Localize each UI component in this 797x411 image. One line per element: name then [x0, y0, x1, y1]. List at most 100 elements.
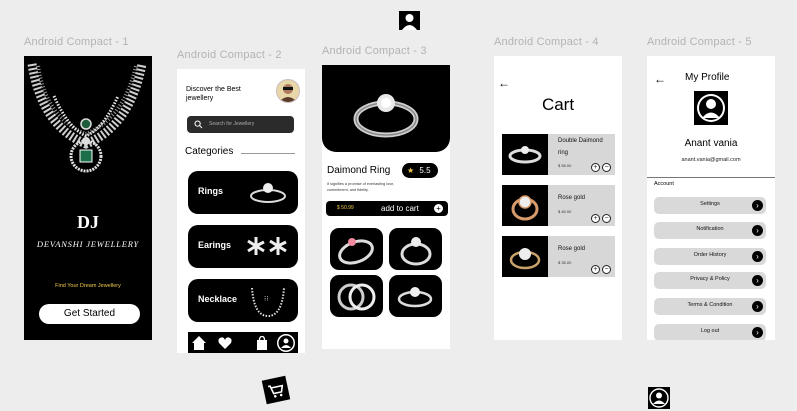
menu-label: Terms & Condition: [687, 302, 733, 308]
category-label: Necklace: [198, 294, 238, 304]
account-section-label: Account: [654, 181, 674, 187]
home-screen: Discover the Best jewellery Search for J…: [177, 69, 305, 353]
frame-label-4: Android Compact - 4: [494, 36, 599, 48]
profile-screen: ← My Profile Anant vania anant.vania@gma…: [647, 56, 775, 340]
necklace-icon: ⁝⁝: [251, 287, 285, 318]
cart-item-price: $ 45.00: [558, 209, 572, 214]
frame-label-5: Android Compact - 5: [647, 36, 752, 48]
menu-log-out[interactable]: Log out ›: [654, 324, 766, 340]
back-arrow-icon[interactable]: ←: [498, 76, 510, 90]
frame-label-2: Android Compact - 2: [177, 49, 282, 61]
pink-ring-icon: [338, 238, 374, 265]
cart-item[interactable]: Double Daimond ring $ 55.00 + −: [502, 134, 615, 175]
cart-item-price: $ 35.00: [558, 260, 572, 265]
cart-item-image: [502, 134, 548, 175]
product-price: $ 50.99: [337, 205, 354, 211]
rating-badge: ★ 5.5: [402, 163, 438, 178]
frame-label-1: Android Compact - 1: [24, 36, 129, 48]
divider: [241, 153, 295, 154]
heart-icon[interactable]: [217, 335, 233, 351]
ring-icon: [250, 183, 286, 203]
category-label: Earings: [198, 240, 232, 250]
brand-name: DEVANSHI JEWELLERY: [36, 239, 140, 249]
category-label: Rings: [198, 186, 224, 196]
cart-item-name: Rose gold: [558, 195, 586, 201]
menu-label: Notification: [696, 226, 724, 232]
product-image: [322, 65, 450, 152]
ring-icon: [400, 237, 432, 266]
decrease-button[interactable]: −: [602, 214, 611, 223]
menu-label: Privacy & Policy: [690, 276, 730, 282]
product-card[interactable]: [330, 275, 383, 317]
menu-label: Order History: [693, 252, 727, 258]
menu-order-history[interactable]: Order History ›: [654, 248, 766, 265]
cart-item-image: [502, 236, 548, 277]
get-started-button[interactable]: Get Started: [39, 304, 140, 324]
avatar-icon: [697, 94, 725, 122]
menu-privacy-policy[interactable]: Privacy & Policy ›: [654, 272, 766, 289]
cart-item-name: Double Daimond ring: [558, 138, 603, 156]
profile-title: My Profile: [685, 72, 730, 83]
decrease-button[interactable]: −: [602, 163, 611, 172]
product-card[interactable]: [389, 228, 442, 270]
svg-text:⁝⁝: ⁝⁝: [264, 295, 268, 303]
splash-screen: DJ DEVANSHI JEWELLERY Find Your Dream Je…: [24, 56, 152, 340]
avatar[interactable]: [276, 79, 300, 103]
search-bar[interactable]: Search for Jewellery: [187, 116, 294, 133]
chevron-right-icon: ›: [752, 327, 763, 338]
increase-button[interactable]: +: [591, 265, 600, 274]
ring-icon: [397, 287, 433, 308]
avatar-icon-asset: [648, 387, 670, 409]
menu-settings[interactable]: Settings ›: [654, 197, 766, 214]
diamond-ring-icon: [353, 94, 419, 138]
brand-logo: DJ: [77, 212, 99, 232]
add-to-cart-label: add to cart: [381, 203, 419, 213]
rating-value: 5.5: [419, 166, 431, 175]
home-greeting: Discover the Best jewellery: [186, 86, 241, 102]
cart-item[interactable]: Rose gold $ 45.00 + −: [502, 185, 615, 226]
category-necklace[interactable]: Necklace ⁝⁝: [188, 279, 298, 322]
chevron-right-icon: ›: [752, 275, 763, 286]
profile-email: anant.vania@gmail.com: [681, 157, 741, 163]
product-card[interactable]: [330, 228, 383, 270]
product-description: It signifies a promise of everlasting lo…: [327, 182, 395, 192]
increase-button[interactable]: +: [591, 214, 600, 223]
bottom-nav: [188, 332, 298, 353]
star-icon: ★: [407, 166, 415, 175]
product-card[interactable]: [389, 275, 442, 317]
add-to-cart-bar[interactable]: $ 50.99 add to cart +: [326, 201, 448, 216]
menu-notification[interactable]: Notification ›: [654, 222, 766, 239]
profile-icon-asset: [399, 11, 420, 30]
cart-item-price: $ 55.00: [558, 163, 572, 168]
chevron-right-icon: ›: [752, 225, 763, 236]
cart-title: Cart: [541, 95, 575, 114]
cart-screen: ← Cart Double Daimond ring $ 55.00 + − Ro…: [494, 56, 622, 340]
back-arrow-icon[interactable]: ←: [654, 72, 666, 86]
product-screen: Daimond Ring ★ 5.5 It signifies a promis…: [322, 65, 450, 349]
necklace-hero-image: [27, 63, 147, 173]
decrease-button[interactable]: −: [602, 265, 611, 274]
ring-pair-icon: [337, 283, 376, 311]
increase-button[interactable]: +: [591, 163, 600, 172]
search-icon: [194, 120, 203, 129]
categories-title: Categories: [185, 146, 234, 157]
plus-icon[interactable]: +: [434, 204, 443, 213]
product-title: Daimond Ring: [327, 165, 391, 176]
category-earings[interactable]: Earings: [188, 225, 298, 268]
profile-avatar: [694, 91, 728, 125]
home-icon[interactable]: [191, 335, 207, 351]
profile-icon[interactable]: [276, 333, 296, 353]
category-rings[interactable]: Rings: [188, 171, 298, 214]
bag-icon[interactable]: [254, 335, 270, 351]
menu-label: Log out: [700, 328, 720, 334]
earring-icon: [247, 237, 287, 255]
search-input[interactable]: Search for Jewellery: [209, 121, 254, 127]
cart-item-name: Rose gold: [558, 246, 586, 252]
menu-terms-condition[interactable]: Terms & Condition ›: [654, 298, 766, 315]
tagline: Find Your Dream Jewellery: [55, 283, 121, 289]
chevron-right-icon: ›: [752, 200, 763, 211]
cart-icon-asset: [261, 375, 291, 405]
profile-name: Anant vania: [684, 138, 738, 149]
divider: [647, 177, 775, 178]
cart-item[interactable]: Rose gold $ 35.00 + −: [502, 236, 615, 277]
